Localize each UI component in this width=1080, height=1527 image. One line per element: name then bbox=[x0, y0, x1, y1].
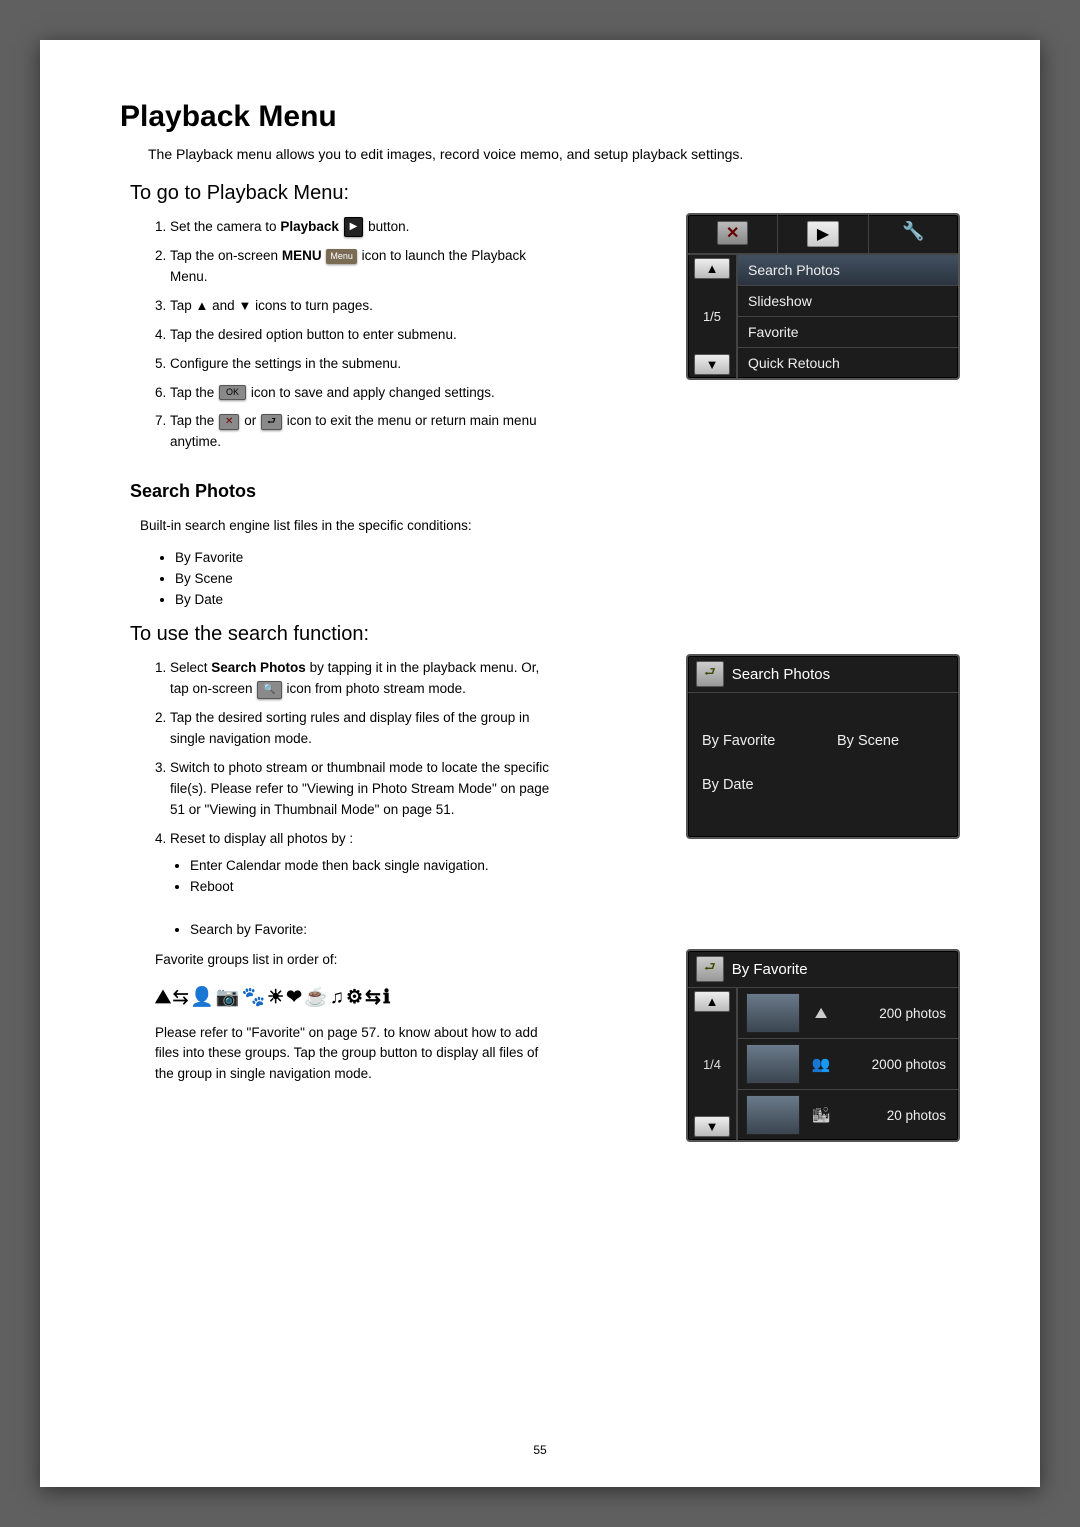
fav-intro: Favorite groups list in order of: bbox=[155, 950, 550, 971]
text: Set the camera to bbox=[170, 219, 280, 234]
close-icon: ✕ bbox=[219, 414, 239, 430]
text: Tap bbox=[170, 298, 196, 313]
playback-menu-screen: ✕ ▶ 🔧 ▲ 1/5 ▼ Search Photos Slideshow Fa… bbox=[686, 213, 960, 380]
screen-title: Search Photos bbox=[732, 666, 830, 683]
page-down-button[interactable]: ▼ bbox=[694, 1116, 730, 1137]
step-4: Tap the desired option button to enter s… bbox=[170, 325, 550, 346]
text: icons to turn pages. bbox=[251, 298, 373, 313]
text: Tap the on-screen bbox=[170, 248, 282, 263]
return-icon: ⮐ bbox=[261, 414, 282, 430]
page-indicator: 1/4 bbox=[688, 1015, 736, 1113]
back-button[interactable]: ⮐ bbox=[696, 956, 724, 982]
photo-count: 200 photos bbox=[840, 1006, 950, 1021]
step-3: Tap ▲ and ▼ icons to turn pages. bbox=[170, 296, 550, 317]
favorite-group-row[interactable]: ⛰ 200 photos bbox=[738, 988, 958, 1039]
list-item: Enter Calendar mode then back single nav… bbox=[190, 858, 550, 873]
search-intro: Built-in search engine list files in the… bbox=[140, 516, 960, 537]
search-photos-word: Search Photos bbox=[211, 660, 306, 675]
photo-count: 2000 photos bbox=[840, 1057, 950, 1072]
page-up-button[interactable]: ▲ bbox=[694, 991, 730, 1012]
menu-icon: Menu bbox=[326, 249, 357, 264]
page-title: Playback Menu bbox=[120, 100, 960, 134]
intro-text: The Playback menu allows you to edit ima… bbox=[148, 146, 960, 162]
group-icon: ⛰ bbox=[808, 1005, 834, 1022]
play-button[interactable]: ▶ bbox=[807, 221, 839, 247]
use-step-4: Reset to display all photos by : bbox=[170, 829, 550, 850]
thumbnail bbox=[746, 993, 800, 1033]
favorite-group-row[interactable]: 🏙 20 photos bbox=[738, 1090, 958, 1140]
text: icon to save and apply changed settings. bbox=[247, 385, 495, 400]
menu-list: Search Photos Slideshow Favorite Quick R… bbox=[738, 255, 958, 378]
step-6: Tap the OK icon to save and apply change… bbox=[170, 383, 550, 404]
screen-title: By Favorite bbox=[732, 961, 808, 978]
option-by-scene[interactable]: By Scene bbox=[823, 719, 958, 763]
search-icon: 🔍 bbox=[257, 681, 281, 699]
text: Tap the bbox=[170, 385, 218, 400]
menu-item-search-photos[interactable]: Search Photos bbox=[738, 255, 958, 286]
group-icon: 🏙 bbox=[808, 1106, 834, 1124]
fav-after-text: Please refer to "Favorite" on page 57. t… bbox=[155, 1023, 550, 1086]
page-up-button[interactable]: ▲ bbox=[694, 258, 730, 279]
back-button[interactable]: ⮐ bbox=[696, 661, 724, 687]
search-photos-heading: Search Photos bbox=[130, 481, 960, 502]
page-indicator: 1/5 bbox=[688, 282, 736, 351]
by-favorite-screen: ⮐ By Favorite ▲ 1/4 ▼ ⛰ 200 photos bbox=[686, 949, 960, 1142]
menu-item-favorite[interactable]: Favorite bbox=[738, 317, 958, 348]
search-photos-screen: ⮐ Search Photos By Favorite By Scene By … bbox=[686, 654, 960, 839]
option-by-favorite[interactable]: By Favorite bbox=[688, 719, 823, 763]
step-7: Tap the ✕ or ⮐ icon to exit the menu or … bbox=[170, 411, 550, 453]
ok-icon: OK bbox=[219, 385, 246, 400]
list-item: By Favorite bbox=[175, 550, 960, 565]
text: icon from photo stream mode. bbox=[283, 681, 466, 696]
up-triangle-icon: ▲ bbox=[196, 298, 209, 313]
thumbnail bbox=[746, 1044, 800, 1084]
group-icon: 👥 bbox=[808, 1055, 834, 1073]
option-empty bbox=[823, 763, 958, 807]
favorite-icon-strip: ⛰⇆👤📷🐾☀❤☕♫⚙⇆ℹ bbox=[155, 985, 550, 1009]
step-2: Tap the on-screen MENU Menu icon to laun… bbox=[170, 246, 550, 288]
menu-item-slideshow[interactable]: Slideshow bbox=[738, 286, 958, 317]
use-step-2: Tap the desired sorting rules and displa… bbox=[170, 708, 550, 750]
playback-word: Playback bbox=[280, 219, 339, 234]
text: button. bbox=[368, 219, 409, 234]
close-button[interactable]: ✕ bbox=[717, 221, 748, 245]
goto-heading: To go to Playback Menu: bbox=[130, 182, 960, 205]
search-conditions-list: By Favorite By Scene By Date bbox=[120, 550, 960, 607]
page-down-button[interactable]: ▼ bbox=[694, 354, 730, 375]
tool-icon[interactable]: 🔧 bbox=[902, 221, 924, 241]
use-steps-list: Select Search Photos by tapping it in th… bbox=[120, 658, 550, 849]
use-step-3: Switch to photo stream or thumbnail mode… bbox=[170, 758, 550, 821]
text: Tap the bbox=[170, 413, 218, 428]
list-item: By Scene bbox=[175, 571, 960, 586]
step-1: Set the camera to Playback ▶ button. bbox=[170, 217, 550, 238]
fav-bullet-list: Search by Favorite: bbox=[120, 922, 550, 937]
menu-item-quick-retouch[interactable]: Quick Retouch bbox=[738, 348, 958, 378]
thumbnail bbox=[746, 1095, 800, 1135]
list-item: Reboot bbox=[190, 879, 550, 894]
favorite-group-row[interactable]: 👥 2000 photos bbox=[738, 1039, 958, 1090]
text: Select bbox=[170, 660, 211, 675]
page-number: 55 bbox=[40, 1443, 1040, 1457]
photo-count: 20 photos bbox=[840, 1108, 950, 1123]
down-triangle-icon: ▼ bbox=[238, 298, 251, 313]
option-by-date[interactable]: By Date bbox=[688, 763, 823, 807]
list-item: Search by Favorite: bbox=[190, 922, 550, 937]
manual-page: Playback Menu The Playback menu allows y… bbox=[40, 40, 1040, 1487]
list-item: By Date bbox=[175, 592, 960, 607]
text: or bbox=[240, 413, 260, 428]
use-search-heading: To use the search function: bbox=[130, 623, 960, 646]
step-5: Configure the settings in the submenu. bbox=[170, 354, 550, 375]
reset-list: Enter Calendar mode then back single nav… bbox=[120, 858, 550, 894]
playback-icon: ▶ bbox=[344, 217, 364, 237]
goto-steps-list: Set the camera to Playback ▶ button. Tap… bbox=[120, 217, 550, 453]
text: and bbox=[208, 298, 238, 313]
menu-word: MENU bbox=[282, 248, 322, 263]
use-step-1: Select Search Photos by tapping it in th… bbox=[170, 658, 550, 700]
